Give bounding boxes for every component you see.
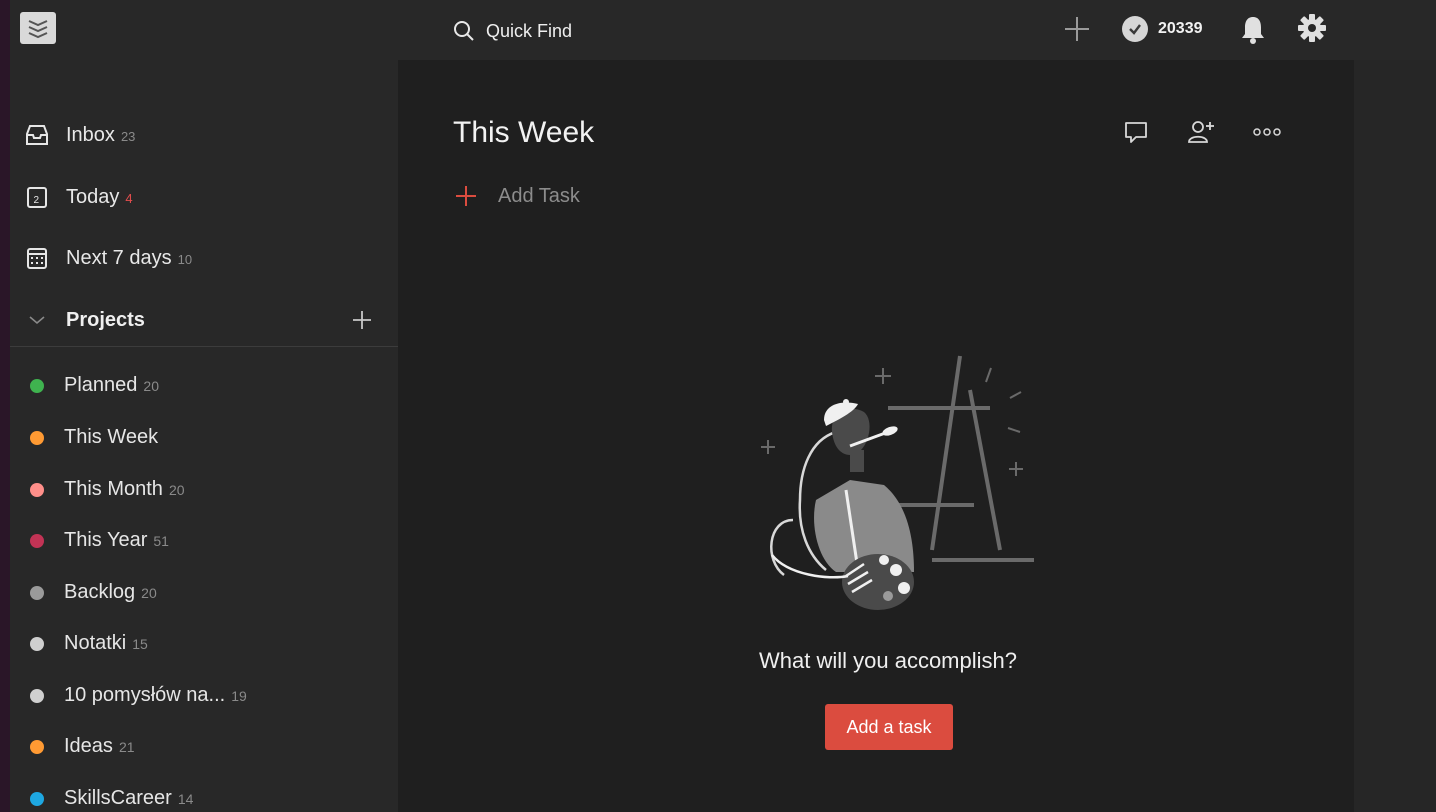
project-this-week[interactable]: This Week xyxy=(30,426,158,449)
sidebar-item-next-7-days[interactable]: Next 7 days 10 xyxy=(24,245,192,271)
add-task-label: Add Task xyxy=(498,184,580,207)
project-color-dot xyxy=(30,739,44,754)
right-panel xyxy=(1354,60,1436,812)
sidebar-item-inbox[interactable]: Inbox 23 xyxy=(24,122,135,148)
page-title: This Week xyxy=(453,116,595,149)
comment-icon[interactable] xyxy=(1122,118,1150,146)
empty-state-message: What will you accomplish? xyxy=(759,648,1017,673)
project-color-dot xyxy=(30,791,44,806)
add-person-icon[interactable] xyxy=(1186,118,1216,146)
karma-check-icon xyxy=(1122,16,1148,42)
project-label: This Year xyxy=(64,529,148,551)
add-task-button[interactable]: Add Task xyxy=(454,184,580,208)
app-logo-icon[interactable] xyxy=(20,12,56,44)
project-planned[interactable]: Planned 20 xyxy=(30,374,159,397)
projects-header[interactable]: Projects xyxy=(24,300,374,340)
main-content: This Week Add Task What will you accompl… xyxy=(398,60,1354,812)
project-notatki[interactable]: Notatki 15 xyxy=(30,632,148,655)
sidebar-item-label: Next 7 days xyxy=(66,246,172,269)
header-actions xyxy=(1122,118,1282,146)
item-count: 4 xyxy=(125,190,133,206)
project-color-dot xyxy=(30,430,44,445)
sidebar-item-today[interactable]: 2 Today 4 xyxy=(24,184,133,210)
project-color-dot xyxy=(30,688,44,703)
project-label: 10 pomysłów na... xyxy=(64,684,226,706)
top-bar: Quick Find 20339 xyxy=(10,0,1436,60)
project-label: Backlog xyxy=(64,581,136,603)
project-this-month[interactable]: This Month 20 xyxy=(30,478,185,501)
project-label: Ideas xyxy=(64,735,113,757)
project-this-year[interactable]: This Year 51 xyxy=(30,529,169,552)
project-label: SkillsCareer xyxy=(64,787,172,809)
painter-illustration xyxy=(761,355,1034,610)
calendar-week-icon xyxy=(24,245,50,271)
calendar-today-icon: 2 xyxy=(24,184,50,210)
project-count: 14 xyxy=(177,791,194,807)
add-project-icon[interactable] xyxy=(350,308,374,332)
plus-icon xyxy=(456,186,476,206)
project-skillscareer[interactable]: SkillsCareer 14 xyxy=(30,787,193,810)
project-label: This Week xyxy=(64,426,159,448)
add-a-task-button[interactable]: Add a task xyxy=(825,704,953,750)
project-count: 51 xyxy=(153,533,169,549)
project-ideas[interactable]: Ideas 21 xyxy=(30,735,135,758)
project-color-dot xyxy=(30,482,44,497)
todoist-app: Quick Find 20339 Inbox 23 2 Today 4 Next… xyxy=(10,0,1436,812)
project-color-dot xyxy=(30,378,44,393)
project-10-pomyslow[interactable]: 10 pomysłów na... 19 xyxy=(30,684,247,707)
sidebar-item-label: Inbox xyxy=(66,123,115,146)
search-icon xyxy=(454,21,474,41)
project-count: 20 xyxy=(141,585,157,601)
item-count: 23 xyxy=(120,128,136,144)
item-count: 10 xyxy=(177,251,193,267)
project-count: 19 xyxy=(231,688,247,704)
chevron-down-icon[interactable] xyxy=(24,310,50,330)
project-count: 20 xyxy=(168,482,185,498)
more-options-icon[interactable] xyxy=(1252,127,1282,137)
inbox-icon xyxy=(24,122,50,148)
search-placeholder: Quick Find xyxy=(486,20,573,41)
quick-add-icon[interactable] xyxy=(1062,14,1092,44)
project-count: 21 xyxy=(118,739,135,755)
project-backlog[interactable]: Backlog 20 xyxy=(30,581,157,604)
project-color-dot xyxy=(30,533,44,548)
karma-button[interactable]: 20339 xyxy=(1122,16,1203,42)
bell-icon[interactable] xyxy=(1238,14,1268,46)
sidebar: Inbox 23 2 Today 4 Next 7 days 10 Projects … xyxy=(10,60,398,812)
project-color-dot xyxy=(30,585,44,600)
project-count: 20 xyxy=(143,378,159,394)
karma-points: 20339 xyxy=(1158,20,1203,37)
projects-label: Projects xyxy=(66,308,145,331)
sidebar-divider xyxy=(10,346,398,347)
project-label: Planned xyxy=(64,374,138,396)
quick-find-search[interactable]: Quick Find xyxy=(452,14,572,48)
sidebar-item-label: Today xyxy=(66,185,120,208)
project-count: 15 xyxy=(132,636,148,652)
project-color-dot xyxy=(30,636,44,651)
project-label: This Month xyxy=(64,478,163,500)
gear-icon[interactable] xyxy=(1296,12,1328,44)
project-label: Notatki xyxy=(64,632,127,654)
svg-text:2: 2 xyxy=(34,195,40,206)
